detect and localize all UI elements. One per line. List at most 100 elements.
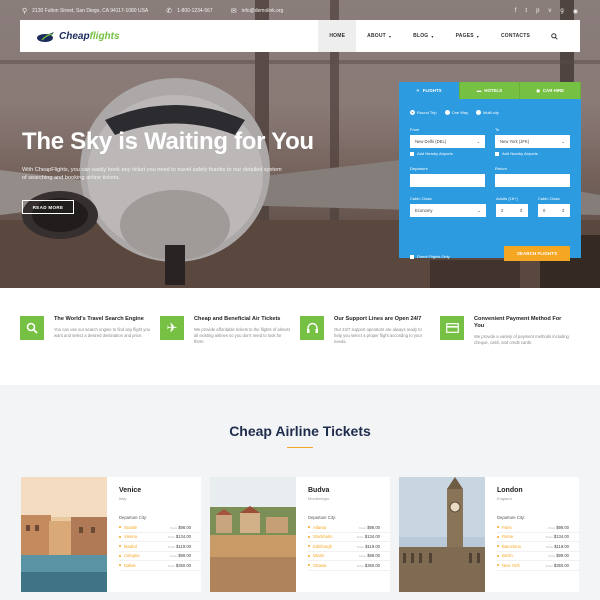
pinterest-icon[interactable]: p — [536, 8, 539, 15]
social-links: f t p v g ◉ — [515, 8, 578, 15]
price-row[interactable]: Cologne From$99.00 — [119, 552, 201, 561]
nav-menu: HOME ABOUT ▾ BLOG ▾ PAGES ▾ CONTACTS — [318, 20, 568, 52]
from-prefix: From — [359, 525, 367, 530]
plane-icon: ✈ — [416, 87, 420, 93]
feature-text: The World's Travel Search Engine You can… — [54, 316, 150, 385]
to-group: To New York (JFK) ⌄ Add Nearby Airports — [495, 127, 570, 156]
tab-hotels[interactable]: ▬ HOTELS — [459, 82, 521, 99]
row-price: $99.00 — [178, 553, 191, 559]
row-price: $134.00 — [553, 534, 569, 540]
row-price: $99.00 — [556, 553, 569, 559]
london-photo — [399, 477, 485, 592]
from-prefix: From — [167, 563, 175, 568]
row-city: Stockholm — [313, 534, 333, 540]
bullet — [308, 535, 310, 538]
children-value: 0 — [543, 208, 546, 213]
nav-item-pages[interactable]: PAGES ▾ — [445, 20, 490, 52]
twitter-icon[interactable]: t — [525, 8, 527, 15]
vimeo-icon[interactable]: v — [548, 8, 551, 15]
adults-stepper[interactable]: 2 ⇕ — [496, 204, 528, 217]
price-row[interactable]: Vienna From$134.00 — [119, 533, 201, 542]
to-value: New York (JFK) — [500, 139, 530, 144]
price-row[interactable]: Dallas From$350.00 — [119, 561, 201, 571]
row-price: $350.00 — [364, 562, 380, 568]
nav-item-home[interactable]: HOME — [318, 20, 357, 52]
cabin-label: Cabin Class — [410, 196, 432, 201]
radio-label: Round Trip — [417, 110, 437, 115]
trip-type-radios: Round Trip One Way Multi-city — [410, 110, 570, 115]
row-price: $119.00 — [554, 543, 569, 549]
from-select[interactable]: New Delhi (DEL) ⌄ — [410, 135, 485, 148]
ticket-card-london[interactable]: London England Departure City: Paris From… — [399, 477, 579, 592]
price-row[interactable]: Edinburgh From$119.00 — [308, 542, 390, 552]
feature-desc: Our 24/7 support operators are always re… — [334, 327, 422, 345]
phone-info[interactable]: ✆ 1-800-1234-567 — [166, 7, 212, 15]
chevron-down-icon: ▾ — [431, 33, 434, 39]
direct-flights-checkbox[interactable]: Direct Flights Only — [410, 254, 450, 259]
tab-car-hire[interactable]: ◼ CAR HIRE — [520, 82, 582, 99]
card-city: Venice — [119, 487, 142, 494]
price-row[interactable]: New York From$350.00 — [497, 561, 579, 571]
rss-icon[interactable]: ◉ — [573, 8, 578, 15]
radio-one-way[interactable]: One Way — [444, 110, 468, 115]
nav-item-about[interactable]: ABOUT ▾ — [356, 20, 402, 52]
search-icon[interactable] — [541, 20, 568, 52]
main-navbar: Cheapflights HOME ABOUT ▾ BLOG ▾ PAGES ▾ CO… — [20, 20, 580, 52]
section-title: Cheap Airline Tickets — [229, 423, 371, 439]
row-city: Seattle — [124, 524, 138, 530]
price-row[interactable]: Miami From$99.00 — [308, 552, 390, 561]
checkbox-label: Add Nearby Airports — [502, 151, 538, 156]
price-row[interactable]: Seattle From$98.00 — [119, 523, 201, 533]
search-flights-button[interactable]: SEARCH FLIGHTS — [504, 246, 570, 261]
price-row[interactable]: Barcelona From$119.00 — [497, 542, 579, 552]
search-icon — [20, 316, 44, 340]
row-city: Berlin — [502, 553, 513, 559]
checkbox-box — [495, 151, 499, 156]
price-row[interactable]: Ottawa From$350.00 — [308, 561, 390, 571]
nav-item-blog[interactable]: BLOG ▾ — [402, 20, 444, 52]
site-logo[interactable]: Cheapflights — [20, 29, 120, 43]
card-country: Montenegro — [308, 496, 330, 501]
bullet — [497, 526, 499, 529]
return-input[interactable] — [495, 174, 570, 187]
children-stepper[interactable]: 0 ⇕ — [538, 204, 570, 217]
bullet — [308, 564, 310, 567]
card-country: Italy — [119, 496, 127, 501]
row-price: $119.00 — [176, 543, 191, 549]
row-city: Paris — [502, 524, 512, 530]
tab-label: CAR HIRE — [542, 88, 565, 93]
price-row[interactable]: Atlanta From$98.00 — [308, 523, 390, 533]
bed-icon: ▬ — [476, 88, 482, 93]
nav-item-contacts[interactable]: CONTACTS — [490, 20, 541, 52]
radio-dot — [410, 110, 415, 115]
from-prefix: From — [359, 554, 367, 559]
price-row[interactable]: Stockholm From$134.00 — [308, 533, 390, 542]
feature-title: Convenient Payment Method For You — [474, 316, 562, 329]
feature-title: Our Support Lines are Open 24/7 — [334, 316, 422, 322]
from-prefix: From — [356, 535, 364, 540]
ticket-card-venice[interactable]: Venice Italy Departure City: Seattle From… — [21, 477, 201, 592]
from-prefix: From — [356, 563, 364, 568]
row-city: Madrid — [124, 543, 137, 549]
to-select[interactable]: New York (JFK) ⌄ — [495, 135, 570, 148]
radio-round-trip[interactable]: Round Trip — [410, 110, 437, 115]
price-row[interactable]: Rome From$134.00 — [497, 533, 579, 542]
feature-text: Cheap and Beneficial Air Tickets We prov… — [194, 316, 290, 385]
price-row[interactable]: Paris From$98.00 — [497, 523, 579, 533]
tab-flights[interactable]: ✈ FLIGHTS — [399, 82, 460, 99]
row-price: $350.00 — [553, 562, 569, 568]
departure-input[interactable] — [410, 174, 485, 187]
price-row[interactable]: Madrid From$119.00 — [119, 542, 201, 552]
facebook-icon[interactable]: f — [515, 8, 517, 15]
from-nearby-checkbox[interactable]: Add Nearby Airports — [410, 151, 485, 156]
budva-photo — [210, 477, 296, 592]
radio-multi-city[interactable]: Multi-city — [476, 110, 499, 115]
to-nearby-checkbox[interactable]: Add Nearby Airports — [495, 151, 570, 156]
car-icon: ◼ — [536, 87, 540, 93]
google-plus-icon[interactable]: g — [560, 8, 563, 15]
email-info[interactable]: ✉ info@demolink.org — [231, 7, 284, 15]
ticket-card-budva[interactable]: Budva Montenegro Departure City: Atlanta… — [210, 477, 390, 592]
read-more-button[interactable]: READ MORE — [22, 200, 74, 214]
cabin-select[interactable]: Economy ⌄ — [410, 204, 486, 217]
price-row[interactable]: Berlin From$99.00 — [497, 552, 579, 561]
